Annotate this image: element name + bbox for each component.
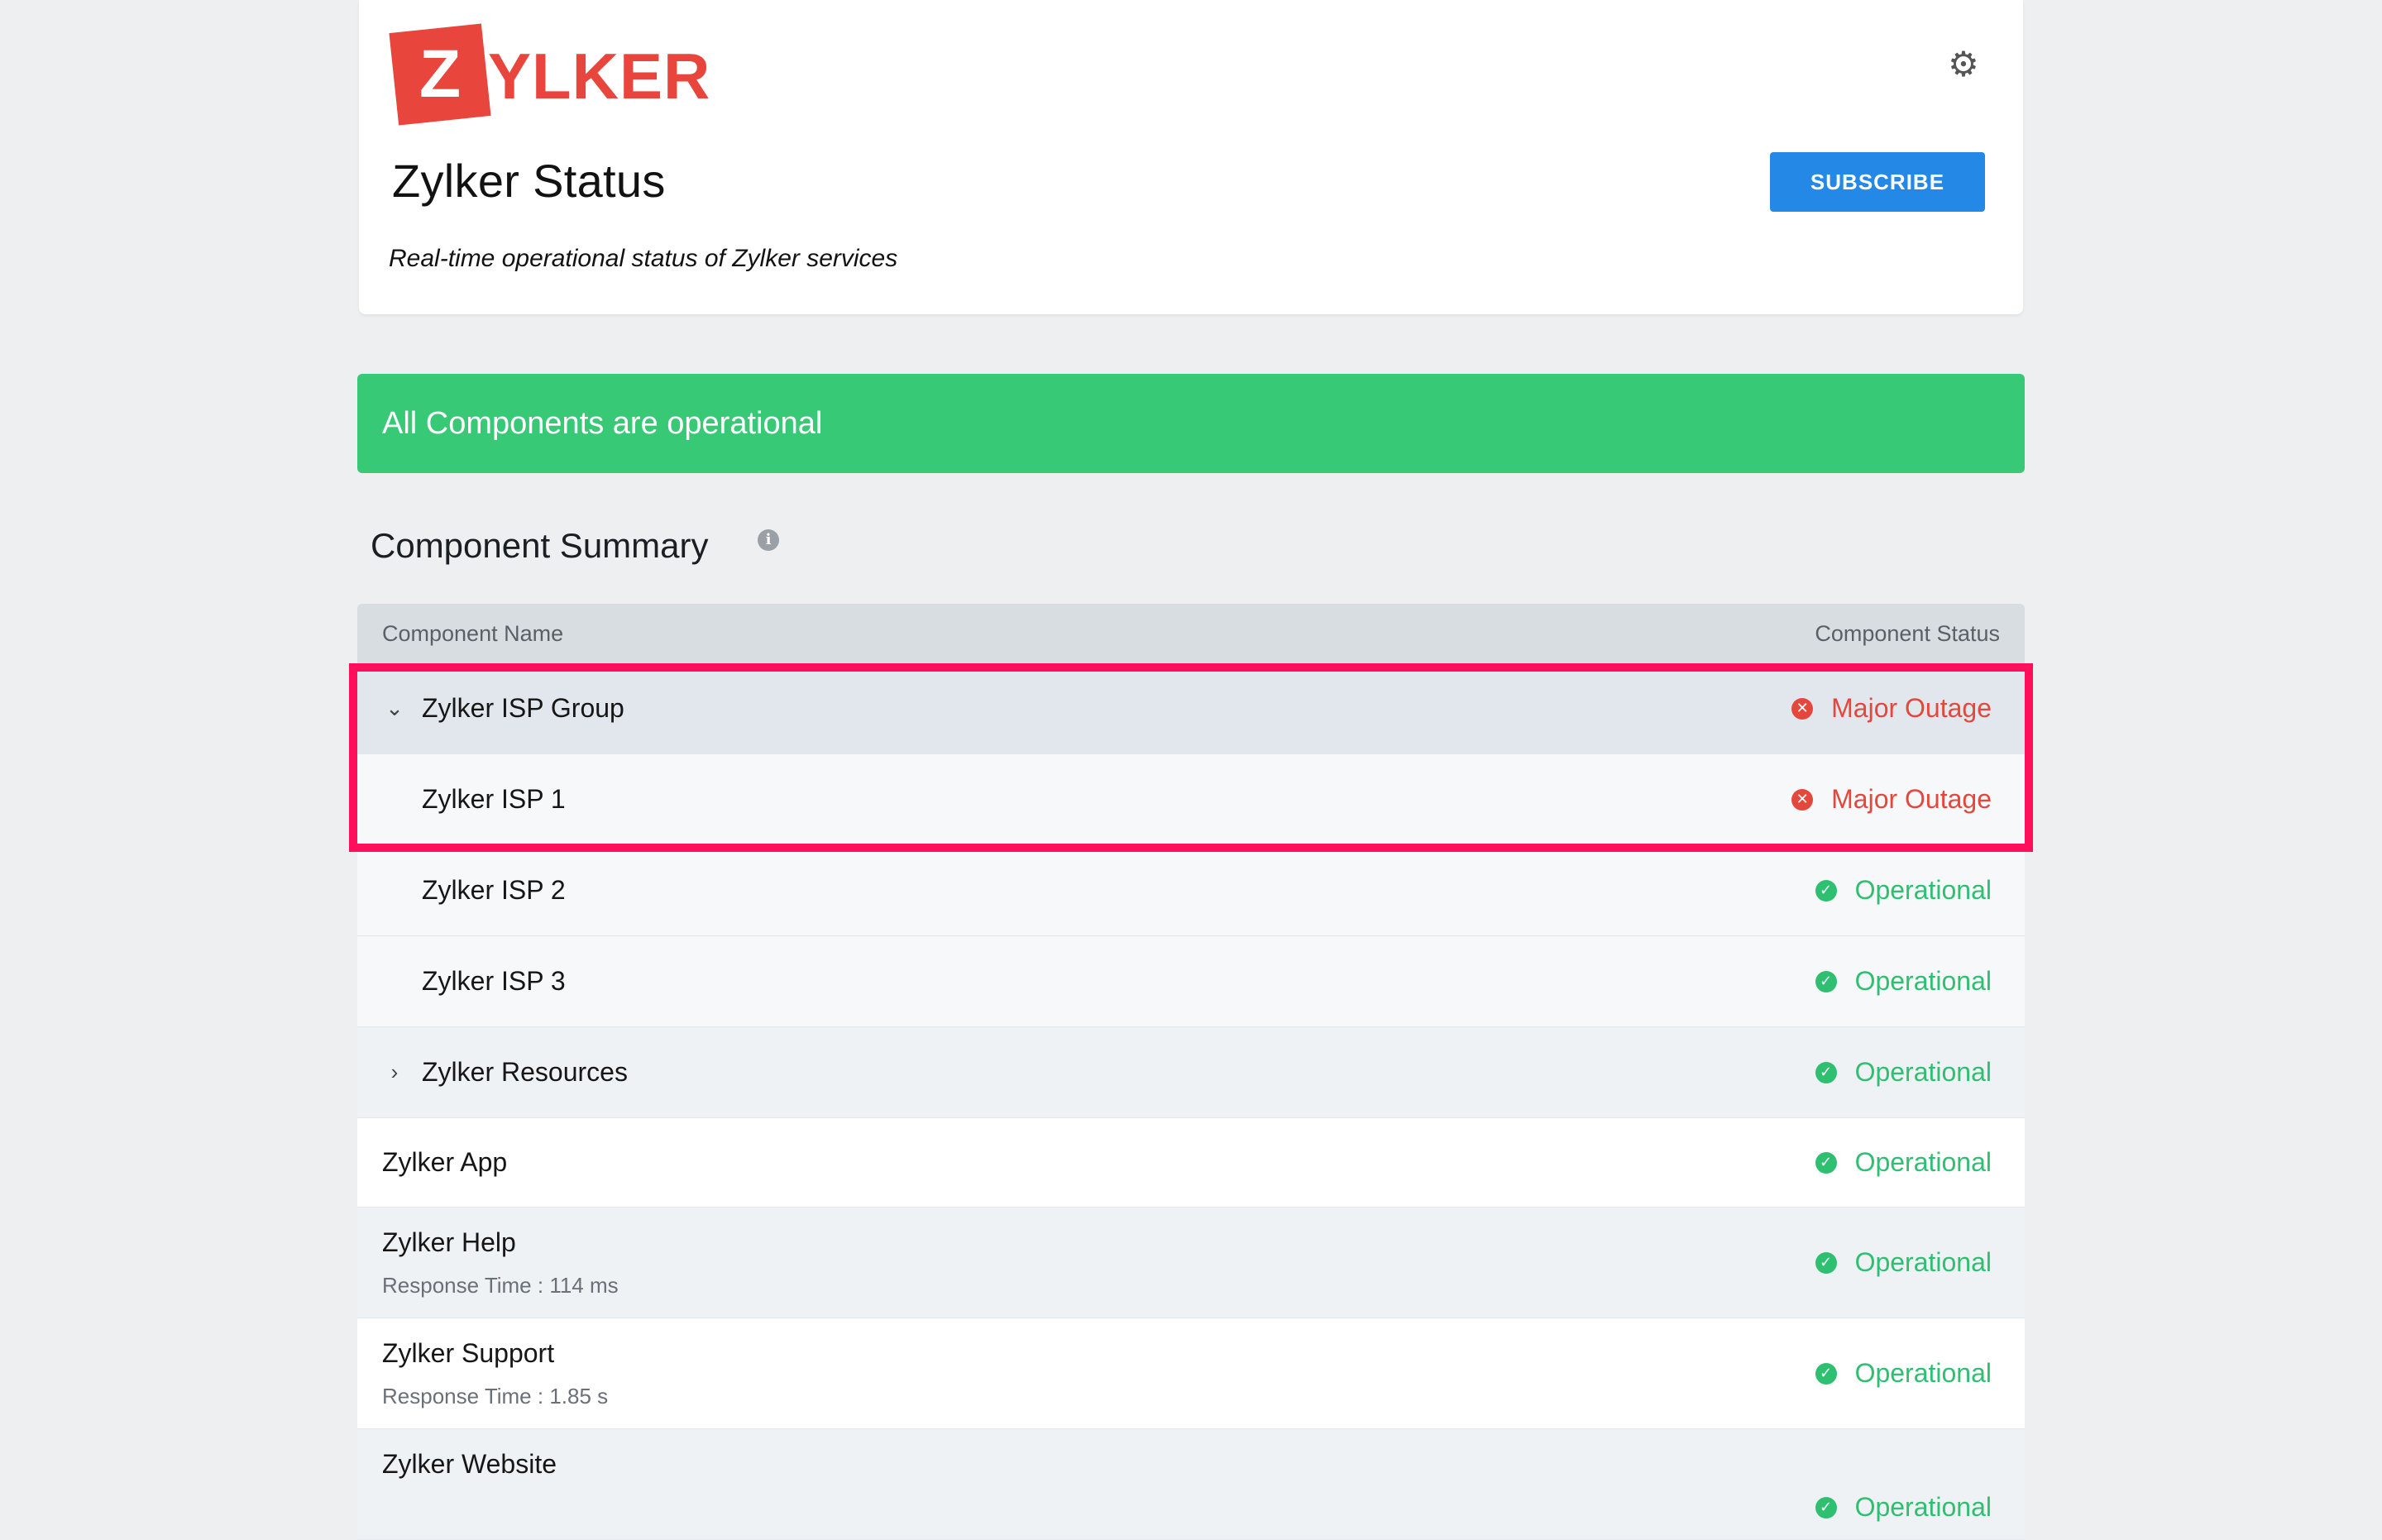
page-tagline: Real-time operational status of Zylker s…: [389, 245, 898, 272]
component-summary-heading: Component Summary i: [371, 526, 779, 566]
status-label: Operational: [1854, 875, 1992, 905]
check-circle-icon: ✓: [1815, 1362, 1837, 1385]
logo-letter: Z: [419, 36, 462, 112]
component-status: ✓ Operational: [1815, 1358, 1992, 1389]
page-title: Zylker Status: [392, 155, 666, 207]
component-name: Zylker ISP 1: [422, 784, 566, 814]
component-name: Zylker Resources: [422, 1057, 628, 1087]
table-row-zylker-resources[interactable]: › Zylker Resources ✓ Operational: [357, 1027, 2025, 1118]
response-time: Response Time : 1.85 s: [382, 1383, 609, 1408]
component-status: ✓ Operational: [1815, 1057, 1992, 1088]
component-name: Zylker Website: [382, 1449, 557, 1479]
response-time: Response Time : 114 ms: [382, 1272, 619, 1298]
table-row-zylker-support[interactable]: Zylker Support Response Time : 1.85 s ✓ …: [357, 1318, 2025, 1429]
component-status: ✓ Operational: [1815, 1147, 1992, 1178]
component-status: ✕ Major Outage: [1791, 693, 1992, 724]
table-row-zylker-isp-1[interactable]: Zylker ISP 1 ✕ Major Outage: [357, 754, 2025, 845]
zylker-logo[interactable]: Z YLKER: [389, 23, 710, 126]
component-name: Zylker App: [382, 1147, 508, 1177]
component-name-cell: ⌄ Zylker ISP Group: [382, 693, 624, 724]
overall-status-banner: All Components are operational: [357, 374, 2025, 473]
table-row-zylker-isp-group[interactable]: ⌄ Zylker ISP Group ✕ Major Outage: [357, 663, 2025, 754]
component-summary-title: Component Summary: [371, 526, 709, 565]
header-card: Z YLKER ⚙ Zylker Status SUBSCRIBE Real-t…: [359, 0, 2023, 314]
error-icon: ✕: [1791, 788, 1814, 811]
component-status: ✓ Operational: [1815, 966, 1992, 997]
component-status: ✓ Operational: [1815, 875, 1992, 906]
component-name-cell: › Zylker Resources: [382, 1057, 628, 1088]
gear-icon[interactable]: ⚙: [1947, 47, 1980, 82]
component-name: Zylker ISP Group: [422, 693, 624, 723]
component-name: Zylker Support: [382, 1337, 555, 1368]
chevron-down-icon[interactable]: ⌄: [382, 696, 407, 721]
component-name-cell: Zylker ISP 1: [382, 784, 566, 815]
subscribe-button[interactable]: SUBSCRIBE: [1770, 152, 1985, 212]
component-name-cell: Zylker App: [382, 1147, 507, 1178]
status-label: Major Outage: [1831, 784, 1992, 814]
check-circle-icon: ✓: [1815, 970, 1837, 992]
table-header: Component Name Component Status: [357, 604, 2025, 663]
table-row-zylker-app[interactable]: Zylker App ✓ Operational: [357, 1118, 2025, 1208]
info-icon[interactable]: i: [758, 529, 779, 551]
component-name: Zylker Help: [382, 1227, 516, 1257]
check-circle-icon: ✓: [1815, 1061, 1837, 1083]
status-label: Operational: [1854, 1147, 1992, 1177]
component-status: ✕ Major Outage: [1791, 784, 1992, 815]
status-label: Operational: [1854, 966, 1992, 996]
status-label: Operational: [1854, 1358, 1992, 1388]
column-header-status: Component Status: [1815, 620, 2000, 646]
component-status: ✓ Operational: [1815, 1247, 1992, 1278]
status-label: Operational: [1854, 1247, 1992, 1277]
component-name-cell: Zylker Help Response Time : 114 ms: [382, 1227, 619, 1298]
check-circle-icon: ✓: [1815, 1496, 1837, 1518]
status-label: Operational: [1854, 1492, 1992, 1522]
column-header-name: Component Name: [382, 620, 564, 646]
component-name-cell: Zylker ISP 3: [382, 966, 566, 997]
component-name-cell: Zylker Support Response Time : 1.85 s: [382, 1338, 608, 1409]
check-circle-icon: ✓: [1815, 1251, 1837, 1274]
status-label: Operational: [1854, 1057, 1992, 1087]
table-row-zylker-help[interactable]: Zylker Help Response Time : 114 ms ✓ Ope…: [357, 1208, 2025, 1318]
chevron-right-icon[interactable]: ›: [382, 1059, 407, 1085]
error-icon: ✕: [1791, 697, 1814, 720]
check-circle-icon: ✓: [1815, 1151, 1837, 1174]
component-name: Zylker ISP 3: [422, 966, 566, 996]
status-label: Major Outage: [1831, 693, 1992, 723]
table-row-zylker-website[interactable]: Zylker Website ✓ Operational: [357, 1429, 2025, 1540]
component-name: Zylker ISP 2: [422, 875, 566, 905]
component-status: ✓ Operational: [1815, 1492, 1992, 1523]
component-name-cell: Zylker Website: [382, 1449, 557, 1480]
component-name-cell: Zylker ISP 2: [382, 875, 566, 906]
table-row-zylker-isp-2[interactable]: Zylker ISP 2 ✓ Operational: [357, 845, 2025, 936]
logo-wordmark: YLKER: [488, 40, 711, 112]
check-circle-icon: ✓: [1815, 879, 1837, 902]
component-table: Component Name Component Status ⌄ Zylker…: [349, 604, 2033, 1540]
table-row-zylker-isp-3[interactable]: Zylker ISP 3 ✓ Operational: [357, 936, 2025, 1027]
